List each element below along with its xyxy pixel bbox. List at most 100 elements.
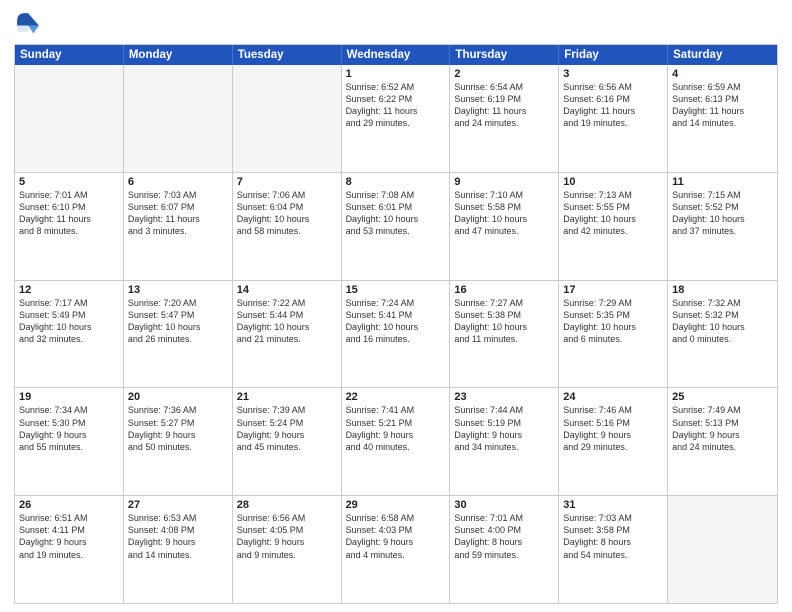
day-number: 15 bbox=[346, 284, 446, 296]
day-number: 22 bbox=[346, 391, 446, 403]
calendar-cell: 20Sunrise: 7:36 AM Sunset: 5:27 PM Dayli… bbox=[124, 388, 233, 495]
cell-info: Sunrise: 7:03 AM Sunset: 6:07 PM Dayligh… bbox=[128, 189, 228, 238]
calendar-cell bbox=[15, 65, 124, 172]
cell-info: Sunrise: 7:10 AM Sunset: 5:58 PM Dayligh… bbox=[454, 189, 554, 238]
weekday-header: Tuesday bbox=[233, 45, 342, 65]
day-number: 19 bbox=[19, 391, 119, 403]
day-number: 1 bbox=[346, 68, 446, 80]
calendar-cell: 13Sunrise: 7:20 AM Sunset: 5:47 PM Dayli… bbox=[124, 281, 233, 388]
day-number: 4 bbox=[672, 68, 773, 80]
cell-info: Sunrise: 7:08 AM Sunset: 6:01 PM Dayligh… bbox=[346, 189, 446, 238]
day-number: 5 bbox=[19, 176, 119, 188]
calendar-cell: 9Sunrise: 7:10 AM Sunset: 5:58 PM Daylig… bbox=[450, 173, 559, 280]
day-number: 12 bbox=[19, 284, 119, 296]
day-number: 8 bbox=[346, 176, 446, 188]
cell-info: Sunrise: 6:58 AM Sunset: 4:03 PM Dayligh… bbox=[346, 512, 446, 561]
cell-info: Sunrise: 6:59 AM Sunset: 6:13 PM Dayligh… bbox=[672, 81, 773, 130]
logo bbox=[14, 10, 46, 38]
calendar-cell: 6Sunrise: 7:03 AM Sunset: 6:07 PM Daylig… bbox=[124, 173, 233, 280]
calendar-row: 5Sunrise: 7:01 AM Sunset: 6:10 PM Daylig… bbox=[15, 172, 777, 280]
cell-info: Sunrise: 7:01 AM Sunset: 6:10 PM Dayligh… bbox=[19, 189, 119, 238]
day-number: 17 bbox=[563, 284, 663, 296]
calendar-cell: 5Sunrise: 7:01 AM Sunset: 6:10 PM Daylig… bbox=[15, 173, 124, 280]
calendar-cell: 4Sunrise: 6:59 AM Sunset: 6:13 PM Daylig… bbox=[668, 65, 777, 172]
calendar-header: SundayMondayTuesdayWednesdayThursdayFrid… bbox=[15, 45, 777, 65]
calendar-cell: 7Sunrise: 7:06 AM Sunset: 6:04 PM Daylig… bbox=[233, 173, 342, 280]
cell-info: Sunrise: 7:22 AM Sunset: 5:44 PM Dayligh… bbox=[237, 297, 337, 346]
weekday-header: Thursday bbox=[450, 45, 559, 65]
calendar-cell: 14Sunrise: 7:22 AM Sunset: 5:44 PM Dayli… bbox=[233, 281, 342, 388]
calendar-cell: 29Sunrise: 6:58 AM Sunset: 4:03 PM Dayli… bbox=[342, 496, 451, 603]
day-number: 29 bbox=[346, 499, 446, 511]
day-number: 27 bbox=[128, 499, 228, 511]
cell-info: Sunrise: 7:36 AM Sunset: 5:27 PM Dayligh… bbox=[128, 404, 228, 453]
day-number: 16 bbox=[454, 284, 554, 296]
calendar-cell: 11Sunrise: 7:15 AM Sunset: 5:52 PM Dayli… bbox=[668, 173, 777, 280]
day-number: 31 bbox=[563, 499, 663, 511]
calendar-cell: 8Sunrise: 7:08 AM Sunset: 6:01 PM Daylig… bbox=[342, 173, 451, 280]
weekday-header: Sunday bbox=[15, 45, 124, 65]
calendar-cell: 16Sunrise: 7:27 AM Sunset: 5:38 PM Dayli… bbox=[450, 281, 559, 388]
calendar: SundayMondayTuesdayWednesdayThursdayFrid… bbox=[14, 44, 778, 604]
cell-info: Sunrise: 7:29 AM Sunset: 5:35 PM Dayligh… bbox=[563, 297, 663, 346]
day-number: 6 bbox=[128, 176, 228, 188]
day-number: 13 bbox=[128, 284, 228, 296]
day-number: 3 bbox=[563, 68, 663, 80]
day-number: 9 bbox=[454, 176, 554, 188]
cell-info: Sunrise: 7:46 AM Sunset: 5:16 PM Dayligh… bbox=[563, 404, 663, 453]
cell-info: Sunrise: 7:49 AM Sunset: 5:13 PM Dayligh… bbox=[672, 404, 773, 453]
cell-info: Sunrise: 7:13 AM Sunset: 5:55 PM Dayligh… bbox=[563, 189, 663, 238]
cell-info: Sunrise: 7:32 AM Sunset: 5:32 PM Dayligh… bbox=[672, 297, 773, 346]
calendar-cell: 1Sunrise: 6:52 AM Sunset: 6:22 PM Daylig… bbox=[342, 65, 451, 172]
day-number: 7 bbox=[237, 176, 337, 188]
day-number: 25 bbox=[672, 391, 773, 403]
calendar-cell bbox=[124, 65, 233, 172]
cell-info: Sunrise: 7:15 AM Sunset: 5:52 PM Dayligh… bbox=[672, 189, 773, 238]
day-number: 20 bbox=[128, 391, 228, 403]
day-number: 24 bbox=[563, 391, 663, 403]
calendar-cell: 22Sunrise: 7:41 AM Sunset: 5:21 PM Dayli… bbox=[342, 388, 451, 495]
page: SundayMondayTuesdayWednesdayThursdayFrid… bbox=[0, 0, 792, 612]
cell-info: Sunrise: 7:03 AM Sunset: 3:58 PM Dayligh… bbox=[563, 512, 663, 561]
calendar-cell: 10Sunrise: 7:13 AM Sunset: 5:55 PM Dayli… bbox=[559, 173, 668, 280]
cell-info: Sunrise: 7:01 AM Sunset: 4:00 PM Dayligh… bbox=[454, 512, 554, 561]
calendar-row: 19Sunrise: 7:34 AM Sunset: 5:30 PM Dayli… bbox=[15, 387, 777, 495]
day-number: 28 bbox=[237, 499, 337, 511]
calendar-cell: 28Sunrise: 6:56 AM Sunset: 4:05 PM Dayli… bbox=[233, 496, 342, 603]
day-number: 21 bbox=[237, 391, 337, 403]
cell-info: Sunrise: 7:34 AM Sunset: 5:30 PM Dayligh… bbox=[19, 404, 119, 453]
calendar-body: 1Sunrise: 6:52 AM Sunset: 6:22 PM Daylig… bbox=[15, 65, 777, 603]
calendar-cell: 21Sunrise: 7:39 AM Sunset: 5:24 PM Dayli… bbox=[233, 388, 342, 495]
cell-info: Sunrise: 7:20 AM Sunset: 5:47 PM Dayligh… bbox=[128, 297, 228, 346]
weekday-header: Wednesday bbox=[342, 45, 451, 65]
cell-info: Sunrise: 7:06 AM Sunset: 6:04 PM Dayligh… bbox=[237, 189, 337, 238]
calendar-cell: 26Sunrise: 6:51 AM Sunset: 4:11 PM Dayli… bbox=[15, 496, 124, 603]
weekday-header: Monday bbox=[124, 45, 233, 65]
cell-info: Sunrise: 7:27 AM Sunset: 5:38 PM Dayligh… bbox=[454, 297, 554, 346]
calendar-cell: 12Sunrise: 7:17 AM Sunset: 5:49 PM Dayli… bbox=[15, 281, 124, 388]
cell-info: Sunrise: 6:53 AM Sunset: 4:08 PM Dayligh… bbox=[128, 512, 228, 561]
day-number: 26 bbox=[19, 499, 119, 511]
cell-info: Sunrise: 7:44 AM Sunset: 5:19 PM Dayligh… bbox=[454, 404, 554, 453]
calendar-cell: 23Sunrise: 7:44 AM Sunset: 5:19 PM Dayli… bbox=[450, 388, 559, 495]
day-number: 10 bbox=[563, 176, 663, 188]
calendar-cell bbox=[233, 65, 342, 172]
calendar-cell: 17Sunrise: 7:29 AM Sunset: 5:35 PM Dayli… bbox=[559, 281, 668, 388]
calendar-cell: 25Sunrise: 7:49 AM Sunset: 5:13 PM Dayli… bbox=[668, 388, 777, 495]
calendar-cell: 31Sunrise: 7:03 AM Sunset: 3:58 PM Dayli… bbox=[559, 496, 668, 603]
day-number: 2 bbox=[454, 68, 554, 80]
calendar-row: 26Sunrise: 6:51 AM Sunset: 4:11 PM Dayli… bbox=[15, 495, 777, 603]
logo-icon bbox=[14, 10, 42, 38]
weekday-header: Friday bbox=[559, 45, 668, 65]
cell-info: Sunrise: 7:24 AM Sunset: 5:41 PM Dayligh… bbox=[346, 297, 446, 346]
day-number: 23 bbox=[454, 391, 554, 403]
calendar-cell: 24Sunrise: 7:46 AM Sunset: 5:16 PM Dayli… bbox=[559, 388, 668, 495]
top-section bbox=[14, 10, 778, 38]
calendar-cell: 18Sunrise: 7:32 AM Sunset: 5:32 PM Dayli… bbox=[668, 281, 777, 388]
calendar-cell: 2Sunrise: 6:54 AM Sunset: 6:19 PM Daylig… bbox=[450, 65, 559, 172]
day-number: 30 bbox=[454, 499, 554, 511]
cell-info: Sunrise: 6:56 AM Sunset: 4:05 PM Dayligh… bbox=[237, 512, 337, 561]
calendar-cell: 15Sunrise: 7:24 AM Sunset: 5:41 PM Dayli… bbox=[342, 281, 451, 388]
day-number: 18 bbox=[672, 284, 773, 296]
cell-info: Sunrise: 6:52 AM Sunset: 6:22 PM Dayligh… bbox=[346, 81, 446, 130]
